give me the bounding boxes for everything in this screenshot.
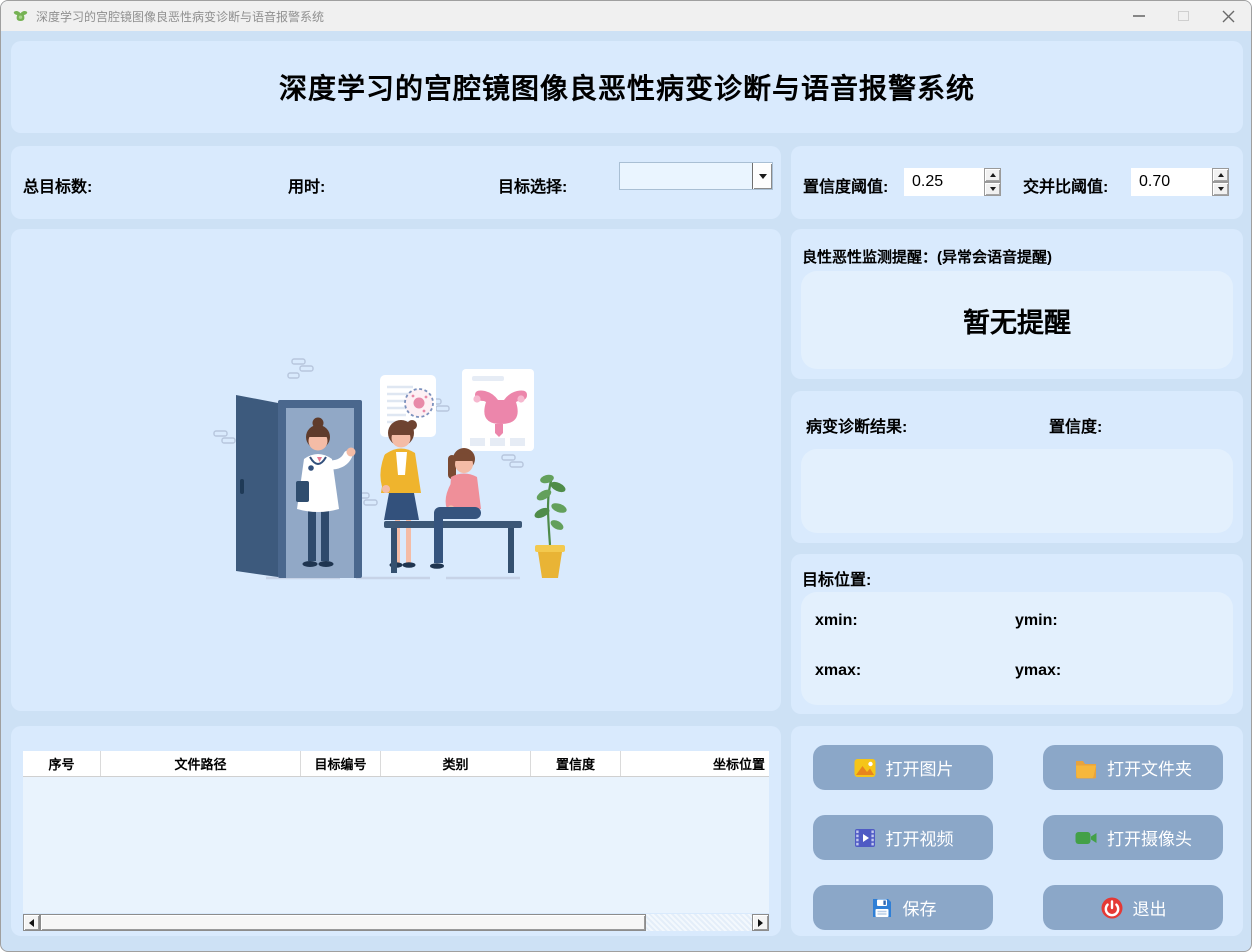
minimize-icon — [1132, 15, 1145, 17]
close-button[interactable] — [1206, 1, 1251, 31]
thresholds-panel: 置信度阈值: 交并比阈值: — [791, 146, 1243, 219]
table-header-cell-filepath[interactable]: 文件路径 — [101, 751, 301, 776]
iou-spin-up-button[interactable] — [1212, 168, 1229, 182]
page-title: 深度学习的宫腔镜图像良恶性病变诊断与语音报警系统 — [278, 73, 975, 104]
scroll-right-button[interactable] — [752, 914, 769, 931]
confidence-threshold-spinbox — [904, 168, 1001, 196]
maximize-button[interactable] — [1161, 1, 1206, 31]
iou-threshold-label: 交并比阈值: — [1023, 179, 1109, 196]
results-table-panel: 序号 文件路径 目标编号 类别 置信度 坐标位置 — [11, 726, 781, 936]
save-button[interactable]: 保存 — [813, 885, 993, 930]
image-icon — [854, 758, 875, 777]
image-display-panel — [11, 229, 781, 711]
close-icon — [1222, 10, 1235, 22]
exit-button[interactable]: 退出 — [1043, 885, 1223, 930]
actions-panel: 打开图片 打开文件夹 打开视频 打开摄像头 保存 退出 — [791, 726, 1243, 936]
confidence-threshold-label: 置信度阈值: — [803, 179, 889, 196]
header-panel: 深度学习的宫腔镜图像良恶性病变诊断与语音报警系统 — [11, 41, 1243, 133]
diagnosis-result-box — [801, 449, 1233, 533]
film-play-icon — [854, 828, 875, 847]
table-header-cell-position[interactable]: 坐标位置 — [621, 751, 769, 776]
iou-threshold-spinbox — [1131, 168, 1229, 196]
open-video-button[interactable]: 打开视频 — [813, 815, 993, 860]
save-label: 保存 — [902, 900, 937, 919]
table-header-cell-category[interactable]: 类别 — [381, 751, 531, 776]
xmax-label: xmax: — [815, 662, 862, 679]
table-header: 序号 文件路径 目标编号 类别 置信度 坐标位置 — [23, 751, 769, 777]
window-controls — [1116, 1, 1251, 31]
clinic-illustration — [213, 358, 567, 580]
confidence-threshold-input[interactable] — [904, 168, 984, 196]
app-window: 深度学习的宫腔镜图像良恶性病变诊断与语音报警系统 深度学习的宫腔镜图像良恶性病变… — [0, 0, 1252, 952]
scroll-left-button[interactable] — [23, 914, 40, 931]
confidence-spin-down-button[interactable] — [984, 182, 1001, 196]
minimize-button[interactable] — [1116, 1, 1161, 31]
open-image-button[interactable]: 打开图片 — [813, 745, 993, 790]
time-used-label: 用时: — [288, 179, 326, 196]
alert-message-box: 暂无提醒 — [801, 271, 1233, 369]
open-camera-button[interactable]: 打开摄像头 — [1043, 815, 1223, 860]
open-camera-label: 打开摄像头 — [1107, 830, 1192, 849]
folder-icon — [1076, 760, 1096, 778]
position-box: xmin: ymin: xmax: ymax: — [801, 592, 1233, 705]
diagnosis-confidence-label: 置信度: — [1049, 419, 1103, 436]
open-folder-label: 打开文件夹 — [1107, 760, 1192, 779]
alert-panel: 良性恶性监测提醒：(异常会语音提醒) 暂无提醒 — [791, 229, 1243, 379]
table-body — [23, 777, 769, 913]
open-image-label: 打开图片 — [885, 760, 954, 779]
scroll-right-icon — [758, 918, 763, 927]
window-title: 深度学习的宫腔镜图像良恶性病变诊断与语音报警系统 — [36, 9, 325, 24]
open-video-label: 打开视频 — [885, 830, 954, 849]
scrollbar-thumb[interactable] — [40, 914, 646, 931]
horizontal-scrollbar[interactable] — [23, 914, 769, 931]
alert-title: 良性恶性监测提醒：(异常会语音提醒) — [802, 249, 1052, 266]
floppy-icon — [872, 898, 891, 917]
maximize-icon — [1178, 11, 1189, 21]
exit-label: 退出 — [1132, 900, 1167, 919]
table-header-cell-confidence[interactable]: 置信度 — [531, 751, 621, 776]
iou-spin-down-button[interactable] — [1212, 182, 1229, 196]
target-select-label: 目标选择: — [498, 179, 568, 196]
alert-message: 暂无提醒 — [963, 307, 1071, 338]
ymin-label: ymin: — [1015, 612, 1058, 629]
target-select-value — [620, 163, 752, 189]
diagnosis-result-label: 病变诊断结果: — [806, 419, 908, 436]
app-icon — [13, 10, 28, 21]
position-panel: 目标位置: xmin: ymin: xmax: ymax: — [791, 554, 1243, 714]
iou-threshold-input[interactable] — [1131, 168, 1212, 196]
stats-panel: 总目标数: 用时: 目标选择: — [11, 146, 781, 219]
ymax-label: ymax: — [1015, 662, 1062, 679]
diagnosis-panel: 病变诊断结果: 置信度: — [791, 391, 1243, 543]
titlebar: 深度学习的宫腔镜图像良恶性病变诊断与语音报警系统 — [1, 1, 1251, 31]
xmin-label: xmin: — [815, 612, 858, 629]
confidence-spin-up-button[interactable] — [984, 168, 1001, 182]
power-icon — [1101, 897, 1122, 918]
total-targets-label: 总目标数: — [23, 179, 93, 196]
table-header-cell-index[interactable]: 序号 — [23, 751, 101, 776]
open-folder-button[interactable]: 打开文件夹 — [1043, 745, 1223, 790]
scroll-left-icon — [29, 918, 34, 927]
video-camera-icon — [1075, 831, 1097, 844]
position-title: 目标位置: — [802, 572, 872, 589]
chevron-down-icon[interactable] — [752, 163, 772, 189]
table-header-cell-target-id[interactable]: 目标编号 — [301, 751, 381, 776]
target-select[interactable] — [619, 162, 773, 190]
